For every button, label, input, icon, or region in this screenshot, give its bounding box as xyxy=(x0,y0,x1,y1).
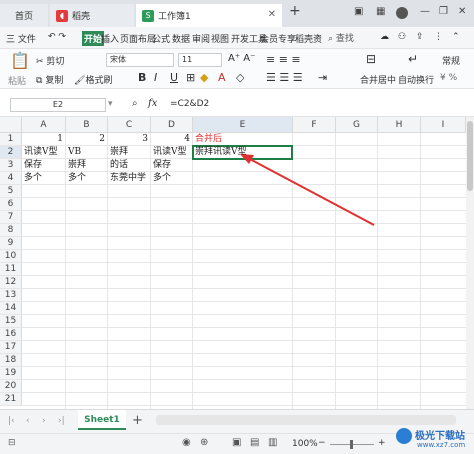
name-box-dropdown-icon[interactable]: ▾ xyxy=(108,99,113,109)
page-layout-icon[interactable]: ▣ xyxy=(232,437,241,448)
tab-workbook[interactable]: S 工作簿1 ✕ xyxy=(136,4,282,27)
menu-formulas[interactable]: 公式 xyxy=(152,32,170,45)
grid-view-icon[interactable]: ▦ xyxy=(376,6,385,17)
minimize-icon[interactable]: — xyxy=(420,6,430,17)
format-painter-button[interactable]: 🖌格式刷 xyxy=(74,73,112,86)
close-window-icon[interactable]: ✕ xyxy=(458,6,466,17)
spreadsheet-icon: S xyxy=(142,9,154,22)
spreadsheet-grid[interactable]: A B C D E F G H I 1 2 3 4 5 6 7 8 9 10 1… xyxy=(0,117,466,409)
cut-label: 剪切 xyxy=(46,57,65,67)
undo-icon[interactable]: ↶ ↷ xyxy=(48,32,66,42)
paste-icon[interactable]: 📋 xyxy=(10,51,30,70)
tab-docer-label: 稻壳 xyxy=(72,12,91,22)
bold-button[interactable]: B xyxy=(138,71,146,84)
menu-review[interactable]: 审阅 xyxy=(192,32,210,45)
menu-data[interactable]: 数据 xyxy=(172,32,190,45)
tab-workbook-label: 工作簿1 xyxy=(158,12,191,22)
avatar[interactable] xyxy=(396,7,408,19)
indent-icon[interactable]: ⇥ xyxy=(318,71,327,84)
align-top-icon[interactable]: ≡ ≡ ≡ xyxy=(266,53,301,66)
annotation-arrow-icon xyxy=(240,154,375,226)
paste-button[interactable]: 粘贴 xyxy=(8,74,26,87)
font-size-select[interactable]: 11 xyxy=(178,53,222,67)
last-sheet-icon[interactable]: ›| xyxy=(58,416,65,426)
collapse-icon[interactable]: ⌃ xyxy=(452,32,460,42)
font-color-icon[interactable]: A xyxy=(218,71,226,84)
menu-view[interactable]: 视图 xyxy=(211,32,229,45)
copy-icon: ⧉ xyxy=(36,76,43,86)
border-icon[interactable]: ⊞ xyxy=(186,71,195,84)
cloud-icon[interactable]: ☁ xyxy=(380,32,389,42)
new-tab-button[interactable]: + xyxy=(289,3,301,19)
merge-icon[interactable]: ⊟ xyxy=(366,52,376,66)
formula-bar: E2 ▾ ⌕ fx =C2&D2 xyxy=(0,93,474,117)
watermark-logo-icon xyxy=(396,428,412,444)
zoom-level[interactable]: 100% xyxy=(292,439,318,449)
insert-function-button[interactable]: fx xyxy=(148,98,157,109)
font-grow-icon[interactable]: A⁺ A⁻ xyxy=(228,53,255,64)
prev-sheet-icon[interactable]: ‹ xyxy=(26,416,30,426)
vertical-scrollbar[interactable] xyxy=(466,117,474,409)
more-options-icon[interactable]: ⋮ xyxy=(434,32,443,42)
underline-button[interactable]: U xyxy=(170,71,178,84)
share-icon[interactable]: ⇪ xyxy=(416,32,424,42)
close-tab-icon[interactable]: ✕ xyxy=(268,9,276,20)
normal-view-icon[interactable]: ⊕ xyxy=(200,437,208,448)
search-icon: ⌕ xyxy=(328,34,334,44)
tab-home[interactable]: 首页 xyxy=(0,4,48,27)
copy-label: 复制 xyxy=(45,76,64,86)
merge-center-button[interactable]: 合并居中 xyxy=(360,73,396,86)
watermark-title: 极光下载站 xyxy=(415,431,465,442)
clear-format-icon[interactable]: ◇ xyxy=(236,71,244,84)
docer-logo-icon: ◖ xyxy=(56,9,68,22)
format-painter-label: 格式刷 xyxy=(85,76,113,86)
status-icon[interactable]: ⊟ xyxy=(8,438,16,448)
user-icon[interactable]: ⚇ xyxy=(398,32,406,42)
zoom-out-button[interactable]: − xyxy=(318,438,326,448)
eye-protection-icon[interactable]: ◉ xyxy=(182,437,191,448)
scissors-icon: ✂ xyxy=(36,57,44,67)
window-layout-icon[interactable]: ▣ xyxy=(354,6,363,17)
font-name-select[interactable]: 宋体 xyxy=(106,53,174,67)
ribbon: 📋 粘贴 ✂ 剪切 ⧉ 复制 🖌格式刷 宋体 11 A⁺ A⁻ B I U ⊞ … xyxy=(0,49,474,89)
align-left-icon[interactable]: ☰ ☰ ☰ xyxy=(266,71,303,84)
next-sheet-icon[interactable]: › xyxy=(42,416,46,426)
formula-input[interactable]: =C2&D2 xyxy=(170,99,209,109)
tab-home-label: 首页 xyxy=(14,12,33,22)
maximize-icon[interactable]: ❐ xyxy=(439,6,448,17)
watermark: 极光下载站 www.xz7.com xyxy=(396,424,472,452)
reading-mode-icon[interactable]: ▥ xyxy=(268,437,277,448)
wrap-text-button[interactable]: 自动换行 xyxy=(398,73,434,86)
file-menu[interactable]: 三 文件 xyxy=(6,32,36,45)
wrap-text-icon[interactable]: ↵ xyxy=(408,52,418,66)
search-box[interactable]: ⌕ 查找 xyxy=(328,31,354,44)
zoom-slider-handle[interactable] xyxy=(350,440,353,449)
cut-button[interactable]: ✂ 剪切 xyxy=(36,54,64,67)
menu-page-layout[interactable]: 页面布局 xyxy=(120,32,156,45)
fill-color-icon[interactable]: ◆ xyxy=(200,71,208,84)
zoom-formula-icon[interactable]: ⌕ xyxy=(132,98,138,109)
tab-docer[interactable]: ◖ 稻壳 xyxy=(50,4,134,27)
zoom-in-button[interactable]: + xyxy=(378,438,386,448)
percent-icon[interactable]: ¥ % xyxy=(440,73,457,83)
name-box[interactable]: E2 xyxy=(10,98,106,112)
copy-button[interactable]: ⧉ 复制 xyxy=(36,73,63,86)
watermark-url: www.xz7.com xyxy=(417,441,466,449)
menu-insert[interactable]: 插入 xyxy=(101,32,119,45)
sheet-tab-sheet1[interactable]: Sheet1 xyxy=(78,410,126,430)
brush-icon: 🖌 xyxy=(74,76,86,86)
number-format-select[interactable]: 常规 xyxy=(442,54,460,67)
title-bar: 首页 ◖ 稻壳 S 工作簿1 ✕ + ▣ ▦ — ❐ ✕ xyxy=(0,0,474,27)
menu-member[interactable]: 会员专享 xyxy=(260,32,296,45)
add-sheet-button[interactable]: + xyxy=(132,413,143,428)
first-sheet-icon[interactable]: |‹ xyxy=(8,416,15,426)
more-icon[interactable]: › xyxy=(316,32,320,42)
menu-bar: 三 文件 ↶ ↷ 开始 插入 页面布局 公式 数据 审阅 视图 开发工具 会员专… xyxy=(0,27,474,49)
scrollbar-thumb[interactable] xyxy=(467,121,473,191)
page-break-icon[interactable]: ▤ xyxy=(250,437,259,448)
italic-button[interactable]: I xyxy=(154,71,157,84)
search-label: 查找 xyxy=(335,34,354,44)
